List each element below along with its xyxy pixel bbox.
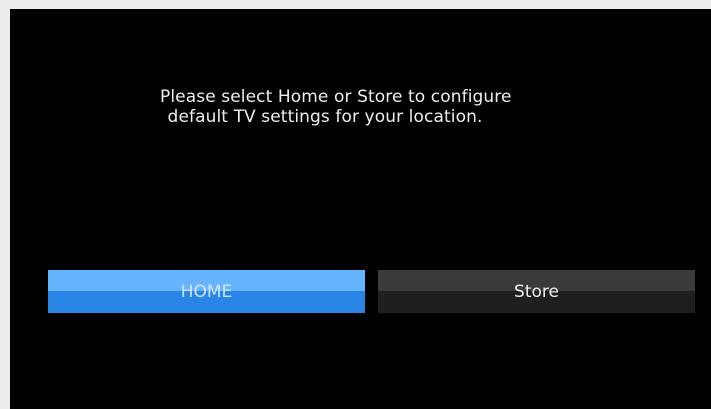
tv-setup-screen: Please select Home or Store to configure… bbox=[10, 9, 711, 409]
home-option-button[interactable]: HOME bbox=[48, 270, 365, 313]
prompt-line-1: Please select Home or Store to configure bbox=[160, 87, 512, 107]
store-option-label: Store bbox=[514, 281, 559, 302]
prompt-line-2: default TV settings for your location. bbox=[167, 107, 483, 127]
home-option-label: HOME bbox=[180, 281, 233, 302]
location-prompt: Please select Home or Store to configure… bbox=[160, 87, 512, 127]
store-option-button[interactable]: Store bbox=[378, 270, 695, 313]
